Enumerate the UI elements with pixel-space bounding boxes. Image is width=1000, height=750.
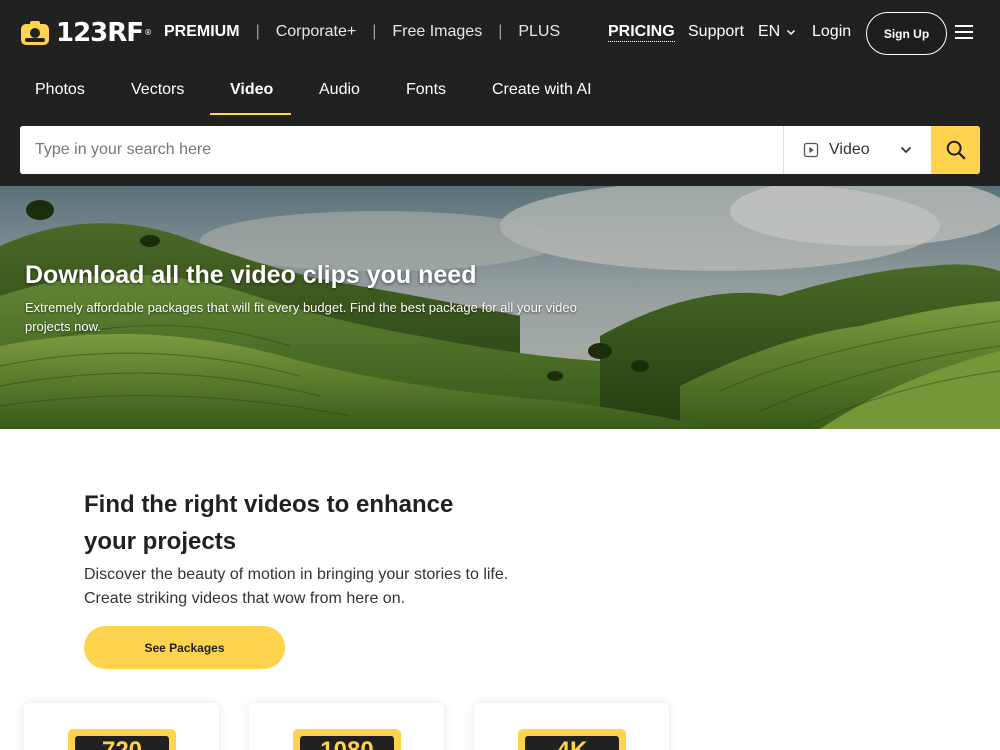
section-title: Find the right videos to enhance your pr… xyxy=(84,491,454,555)
separator: | xyxy=(255,23,260,40)
chevron-down-icon xyxy=(787,29,796,36)
top-header: 123RF® PREMIUM | Corporate+ | Free Image… xyxy=(0,0,1000,186)
hero-title: Download all the video clips you need xyxy=(25,261,477,289)
login-link[interactable]: Login xyxy=(812,23,851,41)
section-description: Discover the beauty of motion in bringin… xyxy=(84,566,509,607)
plus-link[interactable]: PLUS xyxy=(518,23,560,41)
search-type-label: Video xyxy=(829,141,870,158)
tab-create-with-ai[interactable]: Create with AI xyxy=(492,80,592,100)
hero-banner: Download all the video clips you need Ex… xyxy=(0,186,1000,429)
camera-logo-icon xyxy=(21,21,49,45)
separator: | xyxy=(372,23,377,40)
search-input[interactable] xyxy=(20,126,783,174)
resolution-badge: 720 xyxy=(68,729,176,750)
search-bar: Video xyxy=(20,126,980,174)
separator: | xyxy=(498,23,503,40)
tab-video[interactable]: Video xyxy=(230,80,273,100)
play-icon xyxy=(803,142,819,158)
language-selector[interactable]: EN xyxy=(758,23,796,41)
support-link[interactable]: Support xyxy=(688,23,744,41)
resolution-label: 720 xyxy=(75,736,169,750)
package-card-1080[interactable]: 1080 xyxy=(249,703,444,750)
tab-audio[interactable]: Audio xyxy=(319,80,360,100)
package-card-720[interactable]: 720 xyxy=(24,703,219,750)
corporate-plus-link[interactable]: Corporate+ xyxy=(276,23,357,41)
category-tabs: Photos Vectors Video Audio Fonts Create … xyxy=(0,70,1000,116)
tab-photos[interactable]: Photos xyxy=(35,80,85,100)
top-links: PREMIUM | Corporate+ | Free Images | PLU… xyxy=(164,22,560,42)
resolution-label: 4K xyxy=(525,736,619,750)
free-images-link[interactable]: Free Images xyxy=(392,23,482,41)
package-card-4k[interactable]: 4K xyxy=(474,703,669,750)
logo-text: 123RF® xyxy=(56,18,152,48)
menu-icon[interactable] xyxy=(955,24,973,40)
language-label: EN xyxy=(758,23,781,40)
tab-vectors[interactable]: Vectors xyxy=(131,80,184,100)
resolution-badge: 1080 xyxy=(293,729,401,750)
search-type-dropdown[interactable]: Video xyxy=(783,126,931,174)
see-packages-button[interactable]: See Packages xyxy=(84,626,285,669)
resolution-label: 1080 xyxy=(300,736,394,750)
search-icon xyxy=(946,140,965,160)
resolution-badge: 4K xyxy=(518,729,626,750)
active-tab-indicator xyxy=(210,113,291,115)
tab-fonts[interactable]: Fonts xyxy=(406,80,446,100)
pricing-link[interactable]: PRICING xyxy=(608,23,675,42)
sign-up-button[interactable]: Sign Up xyxy=(866,12,947,55)
hero-subtitle: Extremely affordable packages that will … xyxy=(25,300,577,334)
premium-link[interactable]: PREMIUM xyxy=(164,23,240,41)
search-button[interactable] xyxy=(931,126,980,174)
brand-logo[interactable]: 123RF® xyxy=(20,18,152,48)
chevron-down-icon xyxy=(900,146,912,154)
